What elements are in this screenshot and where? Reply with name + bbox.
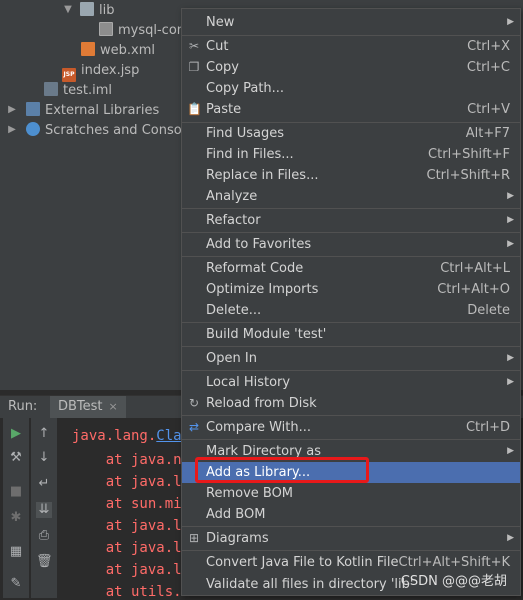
- tree-item-external-libraries[interactable]: External Libraries: [26, 101, 159, 121]
- menu-separator: [182, 415, 520, 416]
- tree-item-web-xml[interactable]: web.xml: [81, 41, 155, 61]
- run-tab-dbtest[interactable]: DBTest ×: [50, 396, 126, 418]
- print-icon[interactable]: ⎙: [36, 528, 52, 544]
- tree-item-label: lib: [99, 3, 115, 18]
- trash-icon[interactable]: 🗑: [36, 554, 53, 570]
- reload-icon: ↻: [188, 396, 200, 410]
- diagram-icon: ⊞: [188, 531, 200, 545]
- menu-item-paste[interactable]: 📋 Paste Ctrl+V: [182, 99, 520, 120]
- menu-item-find-in-files[interactable]: Find in Files... Ctrl+Shift+F: [182, 144, 520, 165]
- tree-item-index-jsp[interactable]: JSP index.jsp: [62, 61, 140, 82]
- arrow-down-icon[interactable]: ↓: [36, 450, 52, 466]
- menu-item-refactor[interactable]: Refactor ▶: [182, 210, 520, 231]
- menu-item-cut[interactable]: ✂ Cut Ctrl+X: [182, 36, 520, 57]
- menu-item-analyze[interactable]: Analyze ▶: [182, 186, 520, 207]
- tree-item-test-iml[interactable]: test.iml: [44, 81, 112, 101]
- soft-wrap-icon[interactable]: ↵: [36, 476, 52, 492]
- menu-separator: [182, 346, 520, 347]
- clipboard-icon: 📋: [187, 102, 202, 116]
- pin-icon[interactable]: ✎: [8, 576, 24, 592]
- xml-file-icon: [81, 42, 95, 56]
- submenu-arrow-icon: ▶: [507, 533, 514, 543]
- library-icon: [26, 102, 40, 116]
- menu-separator: [182, 439, 520, 440]
- menu-item-add-bom[interactable]: Add BOM: [182, 504, 520, 525]
- console-line: at java.la: [72, 518, 191, 534]
- console-line: at java.ne: [72, 452, 191, 468]
- menu-item-replace-in-files[interactable]: Replace in Files... Ctrl+Shift+R: [182, 165, 520, 186]
- menu-separator: [182, 256, 520, 257]
- scissors-icon: ✂: [188, 39, 200, 53]
- bug-icon[interactable]: ✱: [8, 510, 24, 526]
- menu-item-copy-path[interactable]: Copy Path...: [182, 78, 520, 99]
- tree-item-label: web.xml: [100, 43, 155, 58]
- submenu-arrow-icon: ▶: [507, 191, 514, 201]
- menu-item-diagrams[interactable]: ⊞ Diagrams ▶: [182, 528, 520, 549]
- menu-item-copy[interactable]: ❐ Copy Ctrl+C: [182, 57, 520, 78]
- tree-item-label: test.iml: [63, 83, 112, 98]
- tree-item-label: Scratches and Consoles: [45, 123, 201, 138]
- submenu-arrow-icon: ▶: [507, 239, 514, 249]
- submenu-arrow-icon: ▶: [507, 353, 514, 363]
- run-label: Run:: [8, 399, 38, 414]
- menu-item-local-history[interactable]: Local History ▶: [182, 372, 520, 393]
- tree-item-label: index.jsp: [81, 63, 140, 78]
- menu-item-build-module[interactable]: Build Module 'test': [182, 324, 520, 345]
- menu-separator: [182, 322, 520, 323]
- watermark: CSDN @@@老胡: [400, 574, 507, 589]
- menu-item-add-to-favorites[interactable]: Add to Favorites ▶: [182, 234, 520, 255]
- expand-arrow-scratches-icon[interactable]: ▶: [6, 124, 18, 135]
- console-line: at java.la: [72, 540, 191, 556]
- copy-icon: ❐: [188, 60, 200, 74]
- layout-icon[interactable]: ▦: [8, 544, 24, 560]
- run-toolbar-left: ▶ ⚒ ■ ✱ ▦ ✎: [3, 418, 29, 598]
- tree-item-scratches[interactable]: Scratches and Consoles: [26, 121, 200, 141]
- tree-item-lib[interactable]: lib: [80, 1, 114, 21]
- submenu-arrow-icon: ▶: [507, 377, 514, 387]
- annotation-highlight-box: [195, 457, 369, 483]
- submenu-arrow-icon: ▶: [507, 17, 514, 27]
- run-toolbar-right: ↑ ↓ ↵ ⇊ ⎙ 🗑: [31, 418, 57, 598]
- wrench-icon[interactable]: ⚒: [8, 450, 24, 466]
- menu-item-find-usages[interactable]: Find Usages Alt+F7: [182, 123, 520, 144]
- menu-item-reload-from-disk[interactable]: ↻ Reload from Disk: [182, 393, 520, 414]
- submenu-arrow-icon: ▶: [507, 215, 514, 225]
- console-line: at sun.mis: [72, 496, 191, 512]
- scratches-icon: [26, 122, 40, 136]
- console-line: at java.la: [72, 474, 191, 490]
- menu-separator: [182, 526, 520, 527]
- compare-icon: ⇄: [188, 420, 200, 434]
- close-icon[interactable]: ×: [109, 400, 118, 413]
- submenu-arrow-icon: ▶: [507, 446, 514, 456]
- scroll-to-end-icon[interactable]: ⇊: [36, 502, 52, 518]
- menu-item-compare-with[interactable]: ⇄ Compare With... Ctrl+D: [182, 417, 520, 438]
- menu-item-optimize-imports[interactable]: Optimize Imports Ctrl+Alt+O: [182, 279, 520, 300]
- run-tab-label: DBTest: [58, 399, 103, 414]
- tree-item-mysql-jar[interactable]: mysql-conn: [99, 21, 193, 41]
- menu-separator: [182, 232, 520, 233]
- menu-separator: [182, 208, 520, 209]
- run-icon[interactable]: ▶: [8, 426, 24, 442]
- console-line: at java.la: [72, 562, 191, 578]
- folder-icon: [80, 2, 94, 16]
- expand-arrow-external-icon[interactable]: ▶: [6, 104, 18, 115]
- context-menu: New ▶ ✂ Cut Ctrl+X ❐ Copy Ctrl+C Copy Path...…: [181, 8, 521, 596]
- stop-icon[interactable]: ■: [8, 484, 24, 500]
- menu-item-remove-bom[interactable]: Remove BOM: [182, 483, 520, 504]
- menu-item-delete[interactable]: Delete... Delete: [182, 300, 520, 321]
- jsp-file-icon: JSP: [62, 68, 76, 82]
- menu-item-new[interactable]: New ▶: [182, 12, 520, 33]
- jar-icon: [99, 22, 113, 36]
- menu-separator: [182, 370, 520, 371]
- menu-separator: [182, 550, 520, 551]
- expand-arrow-lib-icon[interactable]: ▼: [62, 4, 74, 15]
- menu-item-open-in[interactable]: Open In ▶: [182, 348, 520, 369]
- arrow-up-icon[interactable]: ↑: [36, 426, 52, 442]
- console-line: java.lang.Clas: [72, 428, 191, 444]
- module-file-icon: [44, 82, 58, 96]
- tree-item-label: External Libraries: [45, 103, 160, 118]
- menu-item-reformat-code[interactable]: Reformat Code Ctrl+Alt+L: [182, 258, 520, 279]
